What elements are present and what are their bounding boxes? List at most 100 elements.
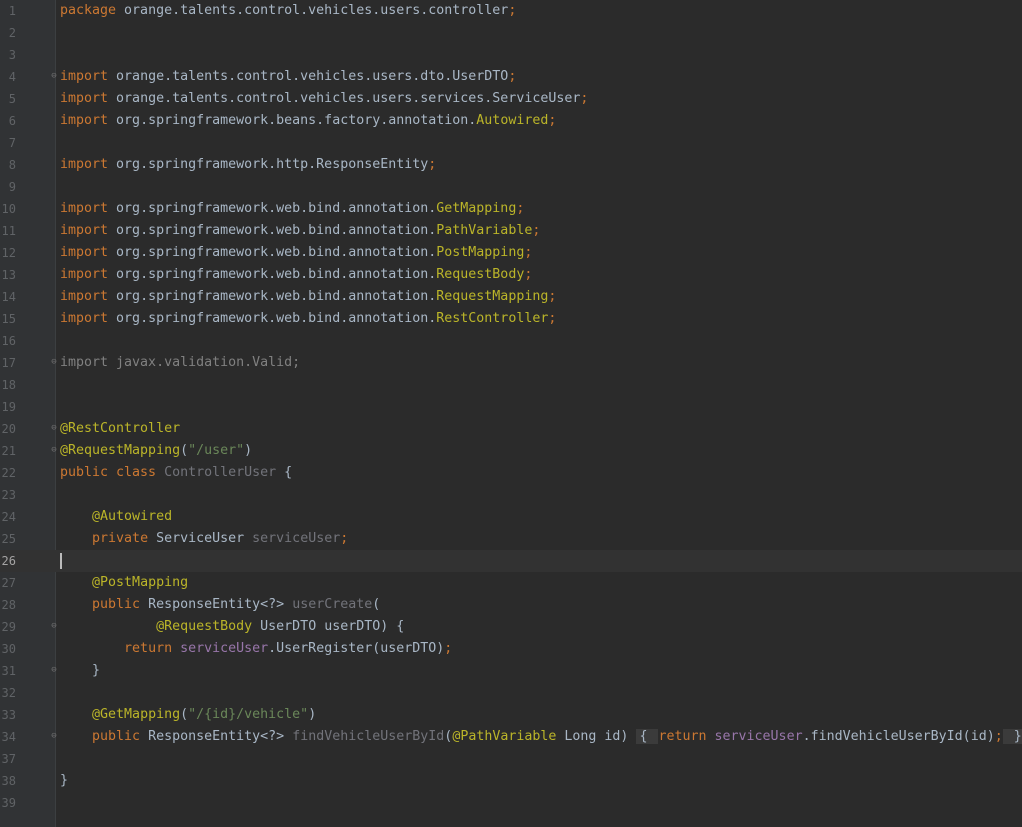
line-number: 15 (1, 312, 16, 326)
code-token: import (60, 289, 117, 304)
code-token: import javax.validation.Valid; (60, 355, 301, 370)
line-number: 12 (1, 246, 16, 260)
line-number: 24 (1, 510, 16, 524)
fold-toggle-icon[interactable]: ⊖ (50, 424, 58, 433)
line-number: 19 (1, 400, 16, 414)
code-line[interactable]: 8 import org.springframework.http.Respons… (0, 154, 1022, 176)
code-token: orange.talents.control.vehicles.users.dt… (116, 69, 509, 84)
line-number: 38 (1, 774, 16, 788)
code-line[interactable]: 21 ⊖ @RequestMapping("/user") (0, 440, 1022, 462)
code-token: ; (580, 91, 589, 106)
line-number: 33 (1, 708, 16, 722)
code-token: ; (524, 245, 533, 260)
code-token: ControllerUser (164, 465, 277, 480)
code-line[interactable]: 3 (0, 44, 1022, 66)
code-token: org.springframework.web.bind.annotation. (116, 267, 437, 282)
code-token: userCreate (292, 597, 373, 612)
code-text: } (60, 660, 100, 682)
fold-toggle-icon[interactable]: ⊖ (50, 72, 58, 81)
line-number: 14 (1, 290, 16, 304)
code-token: import (60, 201, 117, 216)
code-token: @RestController (60, 421, 181, 436)
code-token: import (60, 245, 117, 260)
code-line[interactable]: 38} (0, 770, 1022, 792)
code-line[interactable]: 34 ⊖ public ResponseEntity<?> findVehicle… (0, 726, 1022, 748)
code-line[interactable]: 22 public class ControllerUser { (0, 462, 1022, 484)
code-text: @GetMapping("/{id}/vehicle") (60, 704, 316, 726)
code-token: } (60, 773, 69, 788)
code-line[interactable]: 11 import org.springframework.web.bind.an… (0, 220, 1022, 242)
code-token: { (276, 465, 293, 480)
code-token: public (92, 729, 149, 744)
code-line[interactable]: 17 ⊖ import javax.validation.Valid; (0, 352, 1022, 374)
fold-toggle-icon[interactable]: ⊖ (50, 732, 58, 741)
code-token: import (60, 69, 117, 84)
code-text: import org.springframework.http.Response… (60, 154, 436, 176)
code-token: ) (244, 443, 253, 458)
folded-region[interactable]: { (636, 729, 659, 744)
code-text: import org.springframework.web.bind.anno… (60, 264, 532, 286)
code-text: import org.springframework.beans.factory… (60, 110, 556, 132)
code-text: } (60, 770, 68, 792)
code-editor[interactable]: 1 package orange.talents.control.vehicles… (0, 0, 1022, 827)
code-token: orange.talents.control.vehicles.users.se… (116, 91, 581, 106)
fold-toggle-icon[interactable]: ⊖ (50, 446, 58, 455)
code-line[interactable]: 31 ⊖ } (0, 660, 1022, 682)
fold-toggle-icon[interactable]: ⊖ (50, 666, 58, 675)
code-line[interactable]: 39 (0, 792, 1022, 814)
code-text: public ResponseEntity<?> findVehicleUser… (60, 726, 1022, 748)
code-line[interactable]: 19 (0, 396, 1022, 418)
code-line[interactable]: 16 (0, 330, 1022, 352)
code-token: private (92, 531, 157, 546)
code-text: import orange.talents.control.vehicles.u… (60, 88, 588, 110)
folded-region[interactable]: } (1002, 729, 1022, 744)
line-number: 32 (1, 686, 16, 700)
code-token: org.springframework.web.bind.annotation. (116, 245, 437, 260)
line-number: 2 (8, 26, 16, 40)
code-token: return (124, 641, 181, 656)
code-line[interactable]: 5 import orange.talents.control.vehicles.… (0, 88, 1022, 110)
code-line[interactable]: 32 (0, 682, 1022, 704)
code-text: import org.springframework.web.bind.anno… (60, 242, 532, 264)
fold-toggle-icon[interactable]: ⊖ (50, 622, 58, 631)
code-line[interactable]: 23 (0, 484, 1022, 506)
code-line[interactable]: 2 (0, 22, 1022, 44)
code-line[interactable]: 4 ⊖ import orange.talents.control.vehicles… (0, 66, 1022, 88)
code-line[interactable]: 37 (0, 748, 1022, 770)
code-line[interactable]: 10 import org.springframework.web.bind.an… (0, 198, 1022, 220)
code-line[interactable]: 33 @GetMapping("/{id}/vehicle") (0, 704, 1022, 726)
code-line[interactable]: 1 package orange.talents.control.vehicles… (0, 0, 1022, 22)
fold-toggle-icon[interactable]: ⊖ (50, 358, 58, 367)
code-token: ; (508, 69, 517, 84)
code-line[interactable]: 13 import org.springframework.web.bind.an… (0, 264, 1022, 286)
code-text: public ResponseEntity<?> userCreate( (60, 594, 380, 616)
code-line[interactable]: 14 import org.springframework.web.bind.an… (0, 286, 1022, 308)
code-token: org.springframework.web.bind.annotation. (116, 201, 437, 216)
code-line[interactable]: 30 return serviceUser.UserRegister(userD… (0, 638, 1022, 660)
code-token: ) (308, 707, 317, 722)
code-line[interactable]: 7 (0, 132, 1022, 154)
code-line[interactable]: 27 @PostMapping (0, 572, 1022, 594)
code-line[interactable]: 9 (0, 176, 1022, 198)
code-token: "/{id}/vehicle" (188, 707, 309, 722)
line-number: 27 (1, 576, 16, 590)
code-line[interactable]: 15 import org.springframework.web.bind.an… (0, 308, 1022, 330)
code-text: import org.springframework.web.bind.anno… (60, 198, 524, 220)
code-token: ResponseEntity<?> (148, 597, 293, 612)
code-line[interactable]: 25 private ServiceUser serviceUser; (0, 528, 1022, 550)
line-number: 6 (8, 114, 16, 128)
code-line[interactable]: 6 import org.springframework.beans.factor… (0, 110, 1022, 132)
code-line[interactable]: 26 (0, 550, 1022, 572)
code-token: @PathVariable (452, 729, 565, 744)
code-line[interactable]: 29 ⊖ @RequestBody UserDTO userDTO) { (0, 616, 1022, 638)
line-number: 4 (8, 70, 16, 84)
line-number: 11 (1, 224, 16, 238)
code-token: ( (180, 707, 189, 722)
code-token: GetMapping (436, 201, 517, 216)
code-line[interactable]: 18 (0, 374, 1022, 396)
code-line[interactable]: 28 public ResponseEntity<?> userCreate( (0, 594, 1022, 616)
code-line[interactable]: 20 ⊖ @RestController (0, 418, 1022, 440)
code-line[interactable]: 12 import org.springframework.web.bind.an… (0, 242, 1022, 264)
code-line[interactable]: 24 @Autowired (0, 506, 1022, 528)
